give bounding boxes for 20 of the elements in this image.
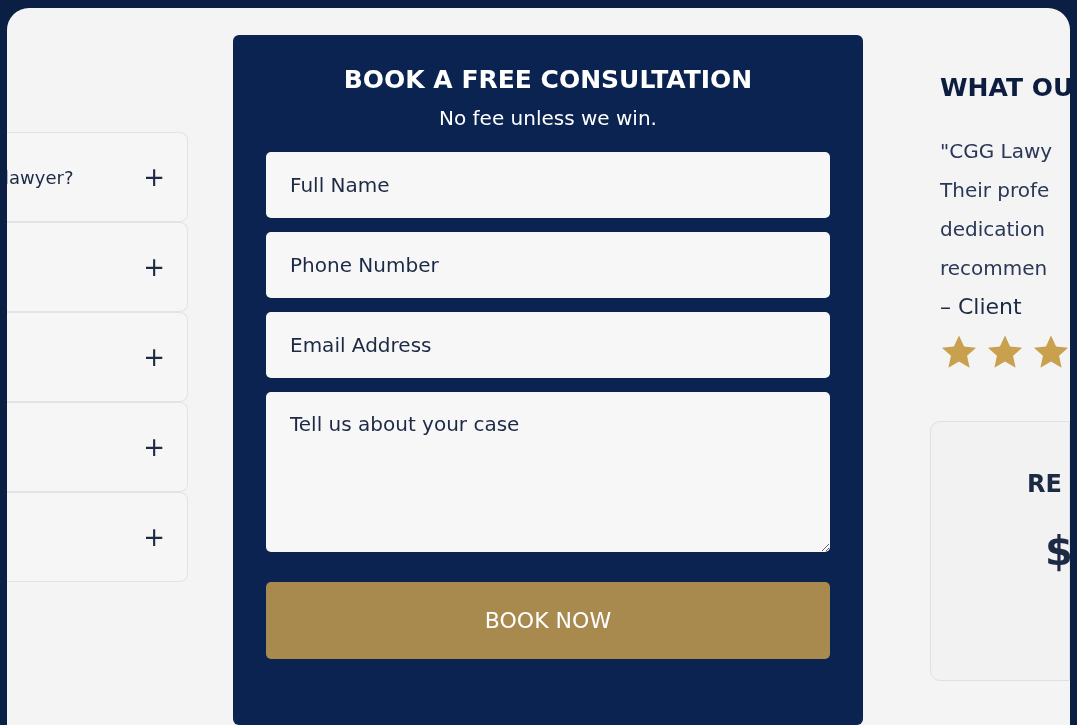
- quote-text: dedication: [940, 216, 1046, 243]
- star-icon: [1032, 333, 1070, 371]
- input-field[interactable]: Email Address: [266, 312, 830, 378]
- faq-item[interactable]: +: [7, 222, 188, 312]
- quote-author: – Client: [940, 294, 1023, 319]
- input-field[interactable]: Full Name: [266, 152, 830, 218]
- star-icon: [986, 333, 1024, 371]
- card-heading: RE: [1027, 470, 1063, 498]
- form-subtitle: No fee unless we win.: [438, 106, 658, 130]
- form-title: BOOK A FREE CONSULTATION: [342, 65, 754, 94]
- quote-text: recommen: [940, 255, 1049, 282]
- quote-text: Their profe: [940, 177, 1051, 204]
- input-field[interactable]: Phone Number: [266, 232, 830, 298]
- textarea-field[interactable]: Tell us about your case: [266, 392, 830, 552]
- faq-item[interactable]: +: [7, 402, 188, 492]
- faq-item[interactable]: +: [7, 312, 188, 402]
- quote-text: "CGG Lawy: [940, 138, 1054, 165]
- star-icon: [940, 333, 978, 371]
- card-value: $: [1045, 528, 1069, 574]
- faq-item[interactable]: +: [7, 492, 188, 582]
